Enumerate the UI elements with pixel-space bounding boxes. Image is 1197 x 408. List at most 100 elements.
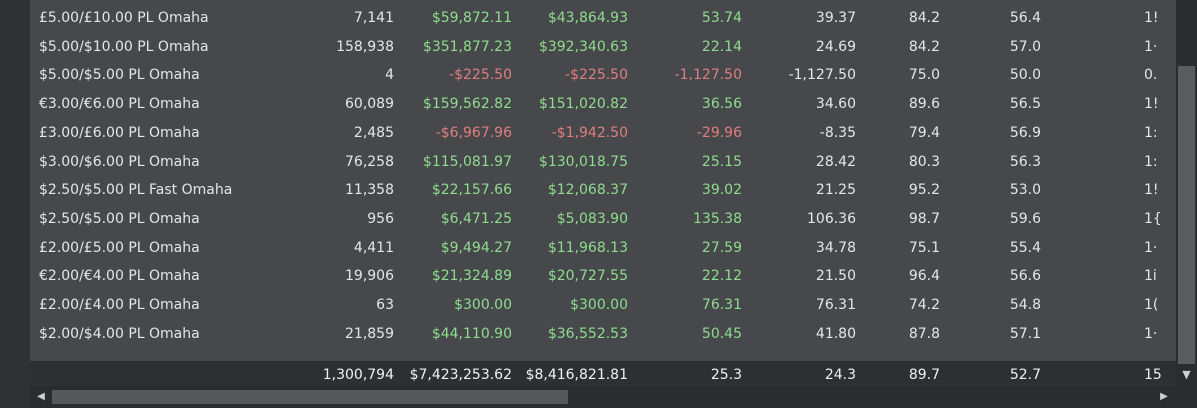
horizontal-scroll-thumb[interactable] [52, 390, 568, 404]
row-stake-name: $2.50/$5.00 PL Omaha [39, 210, 200, 227]
row-c1: $21,324.89 [431, 268, 512, 285]
table-row[interactable]: £5.00/£10.00 PL Omaha 7,141 $59,872.11 $43,… [30, 4, 1176, 32]
row-c5: 80.3 [908, 153, 940, 170]
row-c7: 1: [1144, 153, 1158, 170]
row-stake-name: $2.00/$4.00 PL Omaha [39, 325, 200, 342]
row-c2: $11,968.13 [547, 239, 628, 256]
stats-table: £5.00/£10.00 PL Omaha 7,141 $59,872.11 $43,… [30, 0, 1176, 386]
row-c2: $392,340.63 [538, 38, 628, 55]
totals-row: 1,300,794 $7,423,253.62 $8,416,821.81 25… [30, 361, 1176, 386]
row-c5: 95.2 [908, 182, 940, 199]
row-stake-name: €3.00/€6.00 PL Omaha [39, 96, 200, 113]
row-c1: $22,157.66 [431, 182, 512, 199]
row-c4: -8.35 [819, 124, 856, 141]
row-c6: 56.9 [1009, 124, 1041, 141]
vertical-scroll-thumb[interactable] [1178, 66, 1195, 364]
scroll-corner [1176, 386, 1197, 408]
table-row[interactable]: $2.50/$5.00 PL Fast Omaha 11,358 $22,157.6… [30, 176, 1176, 204]
row-c4: 21.50 [815, 268, 856, 285]
row-c5: 98.7 [908, 210, 940, 227]
row-c7: 1{ [1144, 210, 1162, 227]
row-c1: $115,081.97 [422, 153, 512, 170]
table-row[interactable]: $2.00/$4.00 PL Omaha 21,859 $44,110.90 $36,… [30, 320, 1176, 348]
row-hands: 4,411 [353, 239, 394, 256]
row-c2: $151,020.82 [538, 96, 628, 113]
row-c6: 50.0 [1009, 67, 1041, 84]
row-hands: 63 [376, 297, 394, 313]
row-c4: 21.25 [815, 182, 856, 199]
row-c1: $44,110.90 [431, 325, 512, 342]
total-hands: 1,300,794 [322, 367, 394, 383]
row-c7: 1: [1144, 124, 1158, 141]
row-c2: -$1,942.50 [551, 124, 628, 141]
total-col4: 24.3 [824, 367, 856, 383]
row-hands: 956 [367, 210, 394, 227]
scroll-down-icon[interactable]: ▼ [1176, 364, 1197, 386]
row-c7: 1! [1144, 10, 1159, 26]
row-hands: 4 [385, 67, 394, 84]
row-c7: 1! [1144, 96, 1159, 113]
scroll-left-icon[interactable]: ◀ [31, 386, 51, 408]
row-c4: 34.78 [815, 239, 856, 256]
table-row[interactable]: €2.00/€4.00 PL Omaha 19,906 $21,324.89 $20,… [30, 262, 1176, 290]
total-col3: 25.3 [710, 367, 742, 383]
row-c1: -$225.50 [449, 67, 512, 84]
row-c1: $9,494.27 [440, 239, 512, 256]
row-c4: 76.31 [815, 297, 856, 313]
table-row[interactable]: £2.00/£4.00 PL Omaha 63 $300.00 $300.00 76.3… [30, 291, 1176, 319]
row-c5: 75.0 [908, 67, 940, 84]
table-row[interactable]: €3.00/€6.00 PL Omaha 60,089 $159,562.82 $15… [30, 90, 1176, 118]
row-c6: 56.3 [1009, 153, 1041, 170]
row-c3: -29.96 [696, 124, 742, 141]
row-c2: $12,068.37 [547, 182, 628, 199]
row-c6: 54.8 [1009, 297, 1041, 313]
row-c4: 24.69 [815, 38, 856, 55]
row-stake-name: £2.00/£5.00 PL Omaha [39, 239, 200, 256]
row-c6: 57.1 [1009, 325, 1041, 342]
row-c4: 34.60 [815, 96, 856, 113]
table-row[interactable]: $5.00/$10.00 PL Omaha 158,938 $351,877.23 $… [30, 33, 1176, 61]
row-c2: $43,864.93 [547, 10, 628, 26]
scroll-right-icon[interactable]: ▶ [1154, 386, 1174, 408]
row-c7: 1· [1144, 325, 1158, 342]
row-c3: -1,127.50 [674, 67, 742, 84]
row-c5: 84.2 [908, 10, 940, 26]
row-stake-name: $3.00/$6.00 PL Omaha [39, 153, 200, 170]
row-hands: 2,485 [353, 124, 394, 141]
total-col5: 89.7 [908, 367, 940, 383]
row-c3: 53.74 [701, 10, 742, 26]
row-c4: 106.36 [807, 210, 856, 227]
row-c6: 57.0 [1009, 38, 1041, 55]
row-c1: $300.00 [454, 297, 512, 313]
row-c5: 87.8 [908, 325, 940, 342]
total-col2: $8,416,821.81 [525, 367, 628, 383]
row-c5: 74.2 [908, 297, 940, 313]
total-col7: 15 [1144, 367, 1162, 383]
row-hands: 76,258 [345, 153, 394, 170]
row-c2: $36,552.53 [547, 325, 628, 342]
row-c7: 1( [1144, 297, 1159, 313]
table-row[interactable]: $2.50/$5.00 PL Omaha 956 $6,471.25 $5,083.9… [30, 205, 1176, 233]
row-c3: 22.14 [701, 38, 742, 55]
row-c7: 1· [1144, 38, 1158, 55]
row-c6: 56.4 [1009, 10, 1041, 26]
row-c2: $5,083.90 [556, 210, 628, 227]
row-c3: 135.38 [693, 210, 742, 227]
row-stake-name: £5.00/£10.00 PL Omaha [39, 10, 209, 26]
row-hands: 19,906 [345, 268, 394, 285]
row-c7: 1i [1144, 268, 1157, 285]
row-c3: 25.15 [701, 153, 742, 170]
row-hands: 158,938 [336, 38, 394, 55]
row-stake-name: $5.00/$10.00 PL Omaha [39, 38, 209, 55]
table-row[interactable]: £3.00/£6.00 PL Omaha 2,485 -$6,967.96 -$1,9… [30, 119, 1176, 147]
table-row[interactable]: £2.00/£5.00 PL Omaha 4,411 $9,494.27 $11,96… [30, 234, 1176, 262]
table-row[interactable]: $5.00/$5.00 PL Omaha 4 -$225.50 -$225.50 -1,… [30, 61, 1176, 89]
row-stake-name: £2.00/£4.00 PL Omaha [39, 297, 200, 313]
row-hands: 7,141 [353, 10, 394, 26]
row-c5: 96.4 [908, 268, 940, 285]
table-row[interactable]: $3.00/$6.00 PL Omaha 76,258 $115,081.97 $13… [30, 148, 1176, 176]
row-c6: 53.0 [1009, 182, 1041, 199]
row-stake-name: €2.00/€4.00 PL Omaha [39, 268, 200, 285]
row-hands: 21,859 [345, 325, 394, 342]
row-c2: $130,018.75 [538, 153, 628, 170]
